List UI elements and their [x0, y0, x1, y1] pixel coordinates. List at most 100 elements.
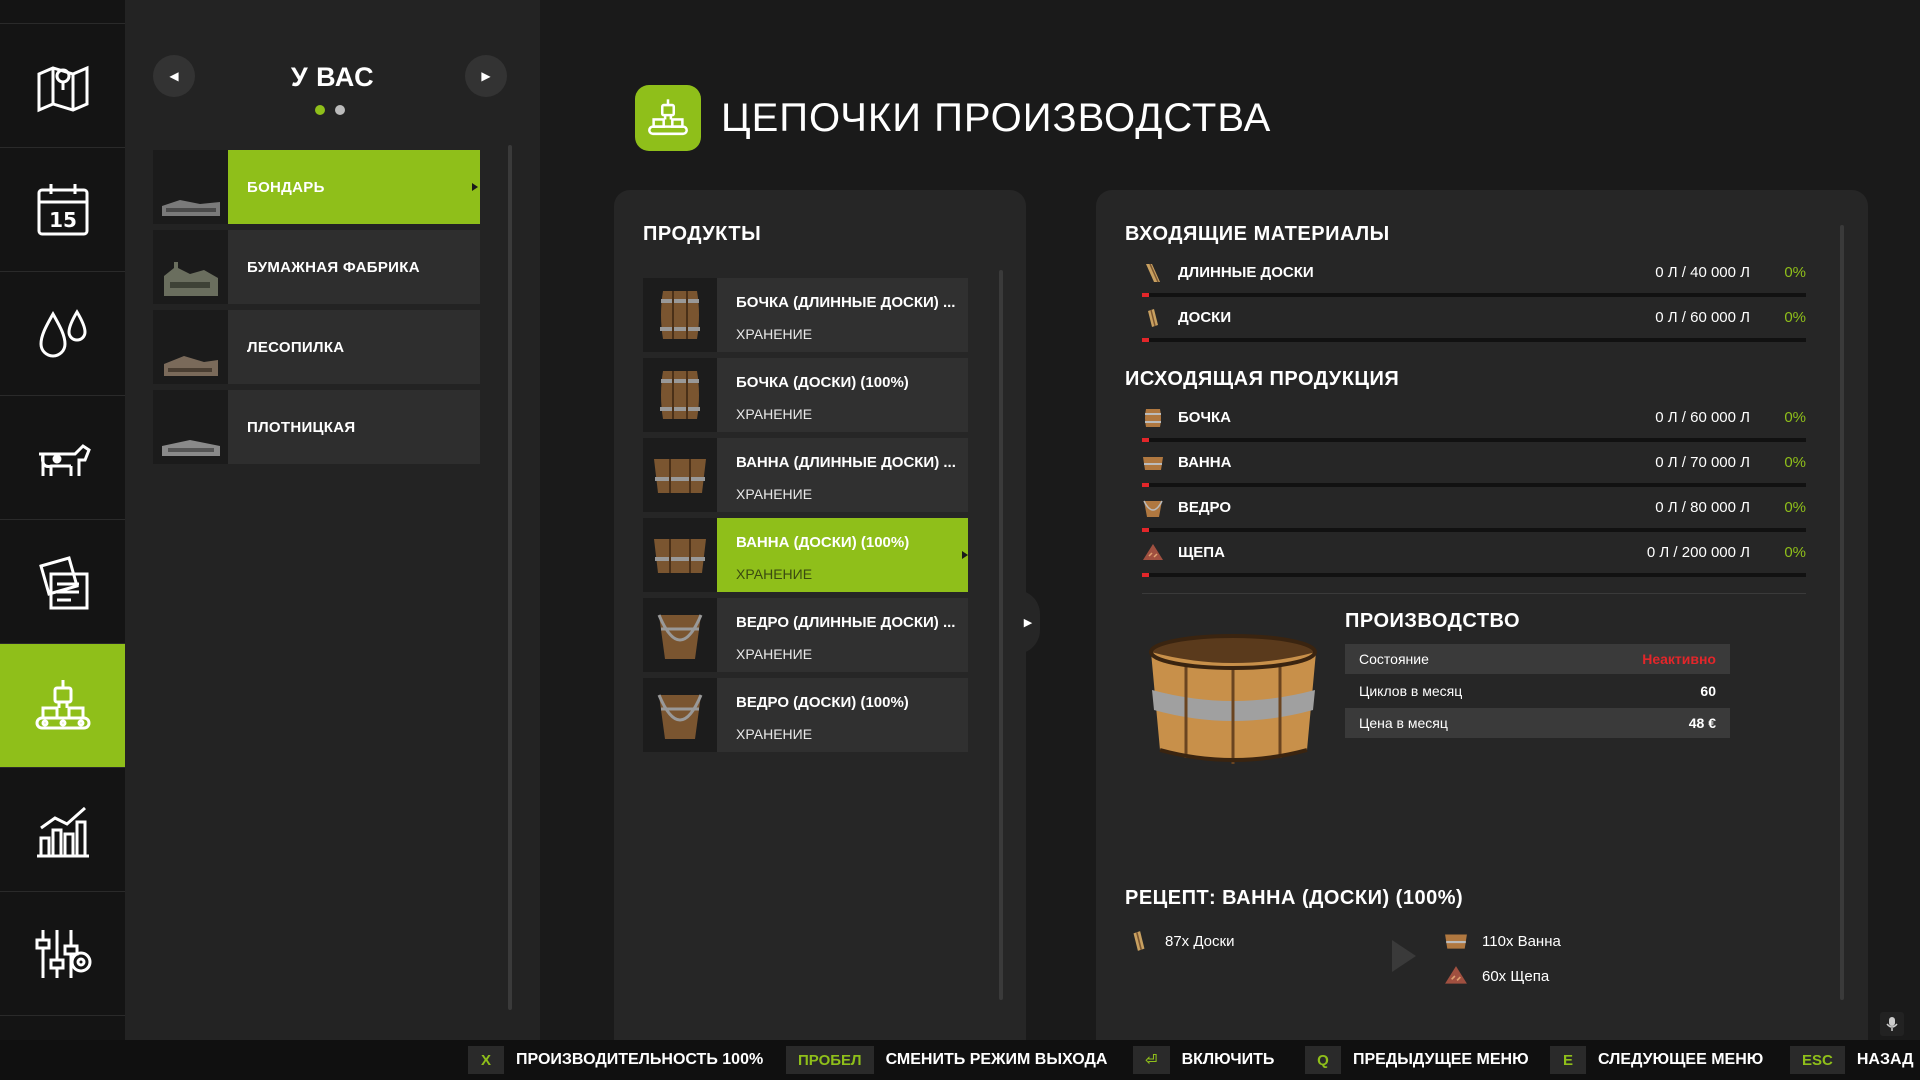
nav-weather[interactable]: [0, 272, 125, 396]
hint-enable[interactable]: ⏎ ВКЛЮЧИТЬ: [1133, 1046, 1274, 1074]
resource-amount: 0 Л / 80 000 Л: [1655, 499, 1750, 516]
barrel-icon: [643, 278, 717, 352]
nav-statistics[interactable]: [0, 768, 125, 892]
building-icon: [163, 356, 218, 376]
product-output-mode: ХРАНЕНИЕ: [736, 406, 813, 422]
hint-productivity[interactable]: X ПРОИЗВОДИТЕЛЬНОСТЬ 100%: [468, 1046, 763, 1074]
outputs-heading: ИСХОДЯЩАЯ ПРОДУКЦИЯ: [1125, 368, 1400, 390]
planks-icon: [1133, 931, 1145, 951]
details-scrollbar[interactable]: [1840, 225, 1844, 1000]
resource-amount: 0 Л / 40 000 Л: [1655, 264, 1750, 281]
product-item[interactable]: ВАННА (ДЛИННЫЕ ДОСКИ) ... ХРАНЕНИЕ: [643, 438, 968, 512]
status-value: Неактивно: [1642, 651, 1716, 667]
woodchips-icon: [1445, 966, 1467, 984]
input-row: ДОСКИ 0 Л / 60 000 Л 0%: [1142, 307, 1806, 347]
resource-amount: 0 Л / 200 000 Л: [1646, 544, 1750, 561]
bucket-icon: [643, 598, 717, 672]
resource-percent: 0%: [1784, 264, 1806, 281]
page-dot-2[interactable]: [335, 105, 345, 115]
page-title: ЦЕПОЧКИ ПРОИЗВОДСТВА: [721, 95, 1272, 140]
product-item[interactable]: БОЧКА (ДЛИННЫЕ ДОСКИ) ... ХРАНЕНИЕ: [643, 278, 968, 352]
facility-list-scrollbar[interactable]: [508, 145, 512, 1010]
facility-item-paper-mill[interactable]: БУМАЖНАЯ ФАБРИКА: [153, 230, 480, 304]
facility-label: ПЛОТНИЦКАЯ: [247, 418, 356, 436]
products-panel: ПРОДУКТЫ БОЧКА (ДЛИННЫЕ ДОСКИ) ... ХРАНЕ…: [614, 190, 1026, 1040]
production-heading: ПРОИЗВОДСТВО: [1345, 610, 1521, 632]
hint-next-menu[interactable]: E СЛЕДУЮЩЕЕ МЕНЮ: [1550, 1046, 1763, 1074]
facility-item-sawmill[interactable]: ЛЕСОПИЛКА: [153, 310, 480, 384]
hint-label: ВКЛЮЧИТЬ: [1181, 1051, 1275, 1068]
nav-settings[interactable]: [0, 892, 125, 1016]
resource-amount: 0 Л / 70 000 Л: [1655, 454, 1750, 471]
recipe-output-label: 110x Ванна: [1482, 932, 1561, 950]
product-item[interactable]: ВЕДРО (ДОСКИ) (100%) ХРАНЕНИЕ: [643, 678, 968, 752]
hint-back[interactable]: ESC НАЗАД: [1790, 1046, 1914, 1074]
production-stats: Состояние Неактивно Циклов в месяц 60 Це…: [1345, 644, 1730, 740]
fill-bar: [1142, 483, 1806, 487]
facilities-panel: ◀ У ВАС ▶ БОНДАРЬ БУМАЖНАЯ ФАБРИКА ЛЕСОП…: [125, 0, 540, 1040]
product-list-scrollbar[interactable]: [999, 270, 1003, 1000]
next-page-button[interactable]: ▶: [465, 55, 507, 97]
facility-item-carpentry[interactable]: ПЛОТНИЦКАЯ: [153, 390, 480, 464]
facility-label: БУМАЖНАЯ ФАБРИКА: [247, 258, 420, 276]
nav-animals[interactable]: [0, 396, 125, 520]
tub-icon: [1445, 934, 1467, 949]
nav-production[interactable]: [0, 644, 135, 768]
input-row: ДЛИННЫЕ ДОСКИ 0 Л / 40 000 Л 0%: [1142, 262, 1806, 302]
key-esc: ESC: [1790, 1046, 1845, 1074]
weather-icon: [38, 308, 87, 357]
production-icon: [35, 679, 90, 729]
resource-name: ДЛИННЫЕ ДОСКИ: [1178, 264, 1314, 281]
key-enter: ⏎: [1133, 1046, 1170, 1074]
nav-contracts[interactable]: [0, 520, 125, 644]
calendar-icon: 15: [37, 183, 88, 235]
long-planks-icon: [1146, 263, 1160, 283]
recipe-arrow-icon: [1392, 940, 1416, 972]
hint-output-mode[interactable]: ПРОБЕЛ СМЕНИТЬ РЕЖИМ ВЫХОДА: [786, 1046, 1107, 1074]
settings-icon: [35, 929, 91, 978]
stat-label: Состояние: [1359, 651, 1429, 667]
barrel-icon: [643, 358, 717, 432]
hint-prev-menu[interactable]: Q ПРЕДЫДУЩЕЕ МЕНЮ: [1305, 1046, 1529, 1074]
facility-thumbnail: [153, 390, 228, 464]
product-output-mode: ХРАНЕНИЕ: [736, 326, 813, 342]
resource-percent: 0%: [1784, 409, 1806, 426]
bucket-icon: [1143, 500, 1163, 517]
calendar-day: 15: [49, 208, 77, 232]
map-icon: [37, 65, 88, 112]
resource-name: БОЧКА: [1178, 409, 1231, 426]
product-item[interactable]: БОЧКА (ДОСКИ) (100%) ХРАНЕНИЕ: [643, 358, 968, 432]
product-name: ВЕДРО (ДЛИННЫЕ ДОСКИ) ...: [736, 614, 956, 631]
product-name: ВАННА (ДЛИННЫЕ ДОСКИ) ...: [736, 454, 956, 471]
production-chains-icon: [635, 85, 701, 151]
panel-arrow-icon: ▶: [1016, 590, 1040, 654]
tub-icon: [1143, 457, 1163, 470]
product-output-mode: ХРАНЕНИЕ: [736, 486, 813, 502]
product-item[interactable]: ВЕДРО (ДЛИННЫЕ ДОСКИ) ... ХРАНЕНИЕ: [643, 598, 968, 672]
stat-row-cost: Цена в месяц 48 €: [1345, 708, 1730, 738]
details-panel: ВХОДЯЩИЕ МАТЕРИАЛЫ ДЛИННЫЕ ДОСКИ 0 Л / 4…: [1096, 190, 1868, 1040]
divider: [1142, 593, 1806, 594]
recipe-output: 110x Ванна: [1444, 929, 1561, 953]
page-dot-1[interactable]: [315, 105, 325, 115]
hint-label: ПРЕДЫДУЩЕЕ МЕНЮ: [1353, 1051, 1529, 1068]
tub-product-image: [1149, 634, 1317, 764]
tub-icon: [643, 518, 717, 592]
resource-percent: 0%: [1784, 309, 1806, 326]
nav-calendar[interactable]: 15: [0, 148, 125, 272]
nav-map[interactable]: [0, 24, 125, 148]
product-item-selected[interactable]: ВАННА (ДОСКИ) (100%) ХРАНЕНИЕ: [643, 518, 968, 592]
input-hints-bar: X ПРОИЗВОДИТЕЛЬНОСТЬ 100% ПРОБЕЛ СМЕНИТЬ…: [0, 1040, 1920, 1080]
resource-name: ДОСКИ: [1178, 309, 1232, 326]
facility-item-cooper[interactable]: БОНДАРЬ: [153, 150, 480, 224]
resource-name: ЩЕПА: [1178, 544, 1225, 561]
resource-amount: 0 Л / 60 000 Л: [1655, 409, 1750, 426]
output-row: ЩЕПА 0 Л / 200 000 Л 0%: [1142, 542, 1806, 582]
resource-percent: 0%: [1784, 454, 1806, 471]
product-output-mode: ХРАНЕНИЕ: [736, 646, 813, 662]
recipe-output-label: 60x Щепа: [1482, 967, 1550, 985]
facility-thumbnail: [153, 310, 228, 384]
recipe-input-label: 87x Доски: [1165, 932, 1235, 950]
inputs-heading: ВХОДЯЩИЕ МАТЕРИАЛЫ: [1125, 223, 1390, 245]
output-row: БОЧКА 0 Л / 60 000 Л 0%: [1142, 407, 1806, 447]
